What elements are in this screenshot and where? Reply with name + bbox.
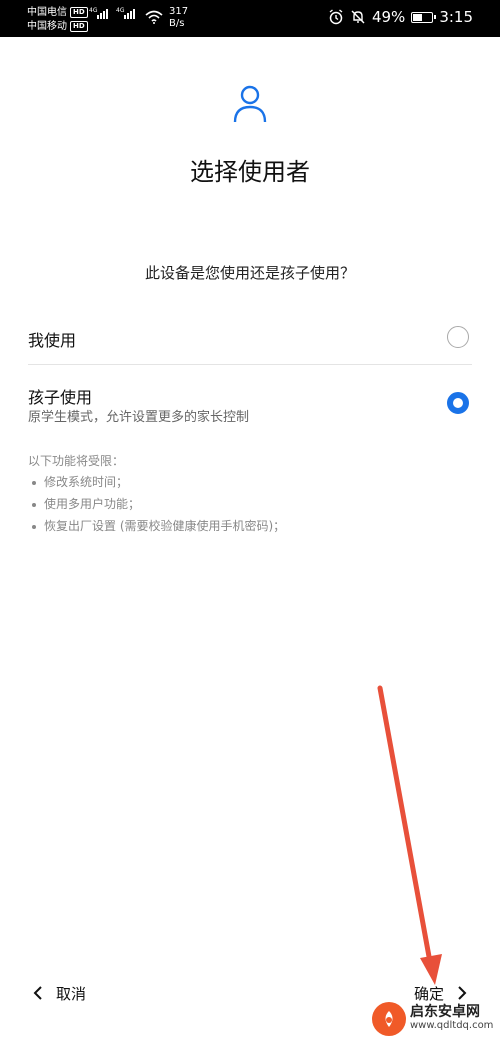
signal-1-icon: 4G [89, 7, 109, 19]
watermark-name: 启东安卓网 [410, 1004, 480, 1020]
page-title: 选择使用者 [190, 158, 310, 186]
radio-child-use[interactable] [447, 392, 469, 414]
watermark: 启东安卓网 www.qdltdq.com [372, 1002, 493, 1036]
network-type-1: 4G [89, 7, 98, 14]
speed-unit: B/s [169, 18, 185, 29]
carrier-1: 中国电信 [27, 6, 67, 18]
battery-percent: 49% [371, 8, 406, 26]
option-child-description: 原学生模式，允许设置更多的家长控制 [28, 410, 250, 425]
speed-value: 317 [169, 6, 189, 17]
option-self-use[interactable]: 我使用 [28, 312, 472, 364]
network-speed: 317 B/s [169, 6, 188, 30]
hd-badge-1: HD [70, 6, 88, 18]
cancel-button[interactable]: 取消 [30, 980, 86, 1006]
option-child-use[interactable]: 孩子使用 原学生模式，允许设置更多的家长控制 [28, 370, 472, 434]
divider [28, 364, 472, 365]
question-text: 此设备是您使用还是孩子使用？ [144, 264, 355, 282]
carrier-2: 中国移动 [27, 20, 67, 32]
restriction-item: 修改系统时间； [28, 475, 285, 497]
user-icon [233, 85, 267, 123]
signal-2-icon: 4G [116, 7, 136, 19]
mute-bell-icon [351, 10, 365, 24]
clock-time: 3:15 [439, 8, 473, 26]
battery-icon [411, 11, 437, 23]
option-child-label: 孩子使用 [28, 388, 93, 407]
wifi-icon [145, 10, 163, 24]
watermark-url: www.qdltdq.com [410, 1020, 494, 1031]
carrier-info: 中国电信 HD 中国移动 HD [27, 5, 88, 33]
restrictions-title: 以下功能将受限： [28, 454, 125, 468]
chevron-left-icon [33, 986, 42, 1000]
hd-badge-2: HD [70, 20, 88, 32]
chevron-right-icon [458, 986, 467, 1000]
status-right: 49% 3:15 [322, 8, 473, 26]
alarm-icon [329, 9, 343, 25]
cancel-label: 取消 [56, 984, 87, 1003]
radio-self-use[interactable] [447, 326, 469, 348]
watermark-logo-icon [372, 1002, 406, 1036]
status-bar: 中国电信 HD 中国移动 HD 4G 4G 317 B/s 49% 3:15 [0, 0, 500, 37]
network-type-2: 4G [116, 7, 125, 14]
confirm-label: 确定 [414, 984, 445, 1003]
restrictions-list: 修改系统时间； 使用多用户功能； 恢复出厂设置 (需要校验健康使用手机密码)； [28, 475, 285, 541]
restriction-item: 使用多用户功能； [28, 497, 285, 519]
option-self-label: 我使用 [28, 331, 77, 350]
restriction-item: 恢复出厂设置 (需要校验健康使用手机密码)； [28, 519, 285, 541]
